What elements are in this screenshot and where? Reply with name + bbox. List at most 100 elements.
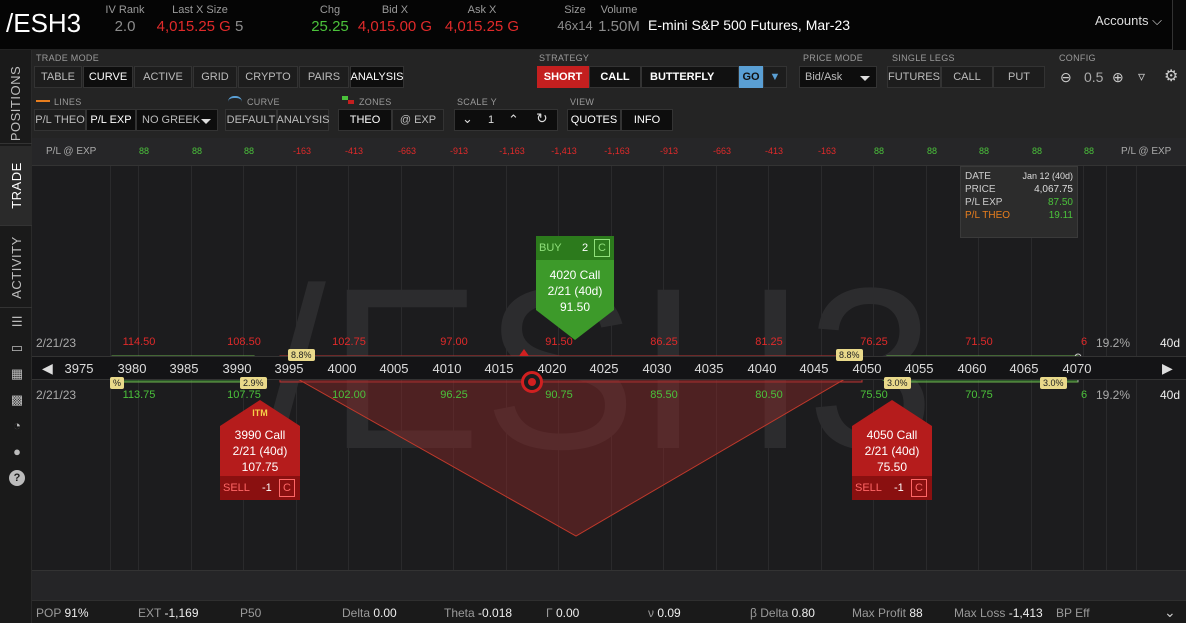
scale-down-icon[interactable]: ⌄ [462,111,473,127]
scale-y-label: SCALE Y [457,97,497,107]
pct-left-bottom: 2.9% [240,377,267,389]
list-icon[interactable]: ☰ [9,314,25,330]
gear-icon[interactable]: ⚙ [1164,66,1178,86]
call-premium-ask: 76.25 [860,336,888,348]
people-icon[interactable]: ● [9,444,25,460]
mode-curve[interactable]: CURVE [83,66,133,88]
short-button[interactable]: SHORT [537,66,589,88]
mode-table[interactable]: TABLE [34,66,82,88]
pl-theo-button[interactable]: P/L THEO [34,109,86,131]
call-button[interactable]: CALL [589,66,641,88]
chart-icon[interactable]: ▦ [9,366,25,382]
strike-price: 3985 [169,361,199,376]
strike-price: 4050 [852,361,882,376]
strike-price: 3980 [117,361,147,376]
left-sidebar: POSITIONS TRADE ACTIVITY ☰ ▭ ▦ ▩ ◔ ● ? [0,50,32,623]
sell-leg-exp: 2/21 (40d) [232,444,288,458]
trade-mode-label: TRADE MODE [36,53,100,63]
ext-stat: EXT -1,169 [138,606,199,620]
call-premium-ask: 108.50 [227,336,261,348]
pl-exp-button[interactable]: P/L EXP [86,109,136,131]
config-label: CONFIG [1059,53,1096,63]
call-premium-ask: 71.50 [965,336,993,348]
strike-price: 3975 [64,361,94,376]
quotes-button[interactable]: QUOTES [567,109,621,131]
chart-footer-strip [32,570,1186,600]
grid-icon[interactable]: ▩ [9,392,25,408]
dte-bottom: 40d [1160,388,1181,402]
buy-leg-price: 91.50 [559,300,591,314]
sell-leg-card-3990[interactable]: ITM 3990 Call 2/21 (40d) 107.75 SELL -1 … [220,400,300,500]
sell-leg-type[interactable]: C [911,479,927,497]
expand-stats-icon[interactable]: ⌄ [1164,604,1176,621]
analysis-button[interactable]: ANALYSIS [350,66,404,88]
curve-label: CURVE [247,97,280,107]
strategy-dropdown[interactable]: ▼ [763,66,787,88]
mode-pairs[interactable]: PAIRS [299,66,349,88]
curve-analysis-button[interactable]: ANALYSIS [277,109,330,131]
strike-price: 4040 [747,361,777,376]
symbol-title[interactable]: /ESH3 [6,8,81,39]
scale-up-icon[interactable]: ⌃ [508,112,519,128]
theo-button[interactable]: THEO [338,109,392,131]
buy-leg-title: 4020 Call [549,268,601,282]
size: Size 46x14 [557,4,593,33]
collapse-handle[interactable] [1172,0,1186,50]
help-icon[interactable]: ? [9,470,25,486]
sell-leg-title: 4050 Call [866,428,918,442]
butterfly-button[interactable]: BUTTERFLY [641,66,739,88]
monitor-icon[interactable]: ▭ [9,340,25,356]
sell-leg-side: SELL [855,482,882,494]
scroll-left-icon[interactable]: ◀ [42,360,53,377]
chevron-down-icon: ⌵ [1152,13,1162,28]
zoom-out-icon[interactable]: ⊖ [1060,69,1072,86]
strike-price: 4030 [642,361,672,376]
buy-leg-card[interactable]: BUY 2 C 4020 Call 2/21 (40d) 91.50 [536,236,614,340]
strike-price: 4055 [904,361,934,376]
filter-icon[interactable]: ▿ [1138,68,1145,85]
strike-bar[interactable]: ◀ ▶ 3975 3980 3985 3990 3995 4000 4005 4010 4015… [32,356,1186,380]
pct-right-bottom-2: 3.0% [1040,377,1067,389]
strike-price: 4045 [799,361,829,376]
strike-price: 4010 [432,361,462,376]
strike-price: 3990 [222,361,252,376]
pct-edge: % [110,377,125,389]
single-call-button[interactable]: CALL [941,66,993,88]
gauge-icon[interactable]: ◔ [9,418,25,434]
info-button[interactable]: INFO [621,109,673,131]
greek-select[interactable]: NO GREEK [136,109,218,131]
sell-leg-type[interactable]: C [279,479,295,497]
single-put-button[interactable]: PUT [993,66,1045,88]
buy-leg-qty: 2 [582,242,589,254]
curve-legend-icon [228,96,242,102]
buy-leg-type[interactable]: C [594,239,610,257]
risk-profile-chart[interactable]: /ESH3 P/L @ EXP P/L @ EXP 888888-163-413… [32,138,1186,600]
call-premium-bid: 80.50 [755,389,783,401]
at-exp-button[interactable]: @ EXP [392,109,444,131]
mode-crypto[interactable]: CRYPTO [238,66,298,88]
mode-grid[interactable]: GRID [193,66,237,88]
tab-positions[interactable]: POSITIONS [0,64,32,144]
change: Chg 25.25 [311,4,349,35]
gamma-stat: Γ 0.00 [546,606,580,620]
expiry-bottom: 2/21/23 [36,388,77,402]
price-mode-select[interactable]: Bid/Ask [799,66,877,88]
p50-stat: P50 [240,606,262,620]
price-mode-label: PRICE MODE [803,53,864,63]
vega-stat: ν 0.09 [648,606,681,620]
scroll-right-icon[interactable]: ▶ [1162,360,1173,377]
zoom-in-icon[interactable]: ⊕ [1112,69,1124,86]
strike-price: 4065 [1009,361,1039,376]
call-premium-bid: 70.75 [965,389,993,401]
sell-leg-card-4050[interactable]: 4050 Call 2/21 (40d) 75.50 SELL -1 C [852,400,932,500]
accounts-menu[interactable]: Accounts ⌵ [1095,13,1162,29]
go-button[interactable]: GO [739,66,763,88]
futures-button[interactable]: FUTURES [887,66,941,88]
tab-trade[interactable]: TRADE [0,146,32,226]
pop-stat: POP 91% [36,606,89,620]
mode-active[interactable]: ACTIVE [134,66,192,88]
reset-icon[interactable]: ↻ [536,110,548,127]
default-button[interactable]: DEFAULT [225,109,277,131]
tab-activity[interactable]: ACTIVITY [0,228,32,308]
strike-price: 4005 [379,361,409,376]
